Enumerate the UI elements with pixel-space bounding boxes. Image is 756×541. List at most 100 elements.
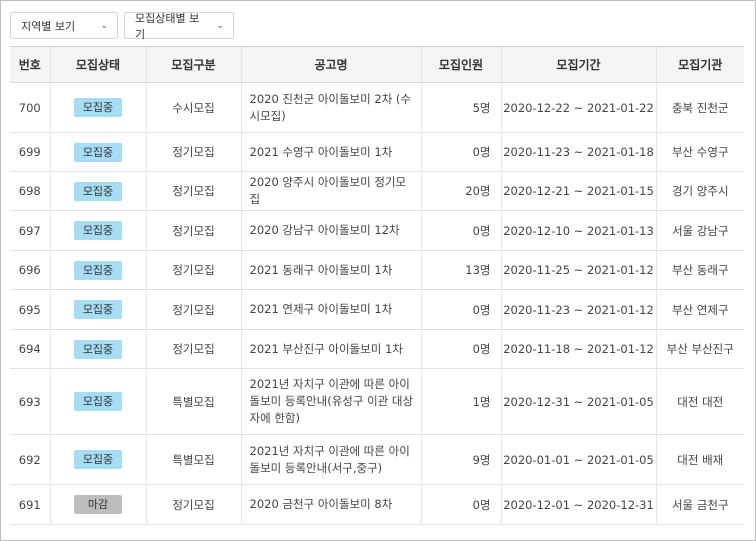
- status-cell: 모집중: [49, 132, 146, 172]
- period-cell: 2020-12-22 ~ 2021-01-22: [500, 82, 656, 133]
- row-number: 693: [10, 368, 50, 435]
- agency-cell: 서울 강남구: [655, 210, 744, 251]
- row-number: 699: [10, 132, 50, 172]
- filter-bar: 지역별 보기 ⌄ 모집상태별 보기 ⌄: [10, 11, 234, 41]
- table-row[interactable]: 693 모집중 특별모집 2021년 자치구 이관에 따른 아이돌보미 등록안내…: [10, 368, 744, 435]
- row-number: 692: [10, 434, 50, 485]
- table-row[interactable]: 694 모집중 정기모집 2021 부산진구 아이돌보미 1차 0명 2020-…: [10, 329, 744, 369]
- column-header-agency: 모집기관: [655, 46, 744, 83]
- status-cell: 모집중: [49, 434, 146, 485]
- status-cell: 모집중: [49, 210, 146, 251]
- count-cell: 0명: [420, 289, 501, 330]
- region-filter-select[interactable]: 지역별 보기 ⌄: [10, 12, 118, 39]
- column-header-status: 모집상태: [49, 46, 146, 83]
- column-header-number: 번호: [10, 46, 50, 83]
- status-cell: 모집중: [49, 329, 146, 369]
- table-row[interactable]: 698 모집중 정기모집 2020 양주시 아이돌보미 정기모집 20명 202…: [10, 171, 744, 211]
- status-badge: 모집중: [74, 339, 122, 359]
- status-filter-select[interactable]: 모집상태별 보기 ⌄: [124, 11, 234, 41]
- period-cell: 2020-01-01 ~ 2021-01-05: [500, 434, 656, 485]
- chevron-down-icon: ⌄: [216, 20, 224, 31]
- status-cell: 모집중: [49, 289, 146, 330]
- agency-cell: 충북 진천군: [655, 82, 744, 133]
- agency-cell: 부산 수영구: [655, 132, 744, 172]
- notice-title-link[interactable]: 2021 연제구 아이돌보미 1차: [240, 289, 421, 330]
- chevron-down-icon: ⌄: [100, 20, 108, 31]
- status-cell: 모집중: [49, 171, 146, 211]
- period-cell: 2020-11-23 ~ 2021-01-18: [500, 132, 656, 172]
- period-cell: 2020-12-21 ~ 2021-01-15: [500, 171, 656, 211]
- column-header-count: 모집인원: [420, 46, 501, 83]
- status-badge: 모집중: [74, 392, 122, 411]
- notice-title-link[interactable]: 2021년 자치구 이관에 따른 아이돌보미 등록안내(서구,중구): [240, 434, 421, 485]
- agency-cell: 부산 동래구: [655, 250, 744, 290]
- table-row[interactable]: 696 모집중 정기모집 2021 동래구 아이돌보미 1차 13명 2020-…: [10, 250, 744, 290]
- notice-title-link[interactable]: 2021 동래구 아이돌보미 1차: [240, 250, 421, 290]
- category-cell: 정기모집: [145, 171, 241, 211]
- status-cell: 모집중: [49, 368, 146, 435]
- table-row[interactable]: 699 모집중 정기모집 2021 수영구 아이돌보미 1차 0명 2020-1…: [10, 132, 744, 172]
- table-header-row: 번호 모집상태 모집구분 공고명 모집인원 모집기간 모집기관: [10, 46, 744, 83]
- count-cell: 9명: [420, 434, 501, 485]
- agency-cell: 대전 대전: [655, 368, 744, 435]
- agency-cell: 부산 연제구: [655, 289, 744, 330]
- category-cell: 정기모집: [145, 210, 241, 251]
- status-cell: 마감: [49, 484, 146, 525]
- notice-title-link[interactable]: 2020 양주시 아이돌보미 정기모집: [240, 171, 421, 211]
- status-badge: 모집중: [74, 300, 122, 319]
- notice-title-link[interactable]: 2021 부산진구 아이돌보미 1차: [240, 329, 421, 369]
- row-number: 700: [10, 82, 50, 133]
- status-badge: 모집중: [74, 142, 122, 162]
- agency-cell: 대전 배재: [655, 434, 744, 485]
- table-row[interactable]: 700 모집중 수시모집 2020 진천군 아이돌보미 2차 (수시모집) 5명…: [10, 82, 744, 133]
- status-cell: 모집중: [49, 250, 146, 290]
- period-cell: 2020-12-10 ~ 2021-01-13: [500, 210, 656, 251]
- column-header-title: 공고명: [240, 46, 421, 83]
- row-number: 698: [10, 171, 50, 211]
- agency-cell: 경기 양주시: [655, 171, 744, 211]
- table-row[interactable]: 695 모집중 정기모집 2021 연제구 아이돌보미 1차 0명 2020-1…: [10, 289, 744, 330]
- count-cell: 0명: [420, 329, 501, 369]
- count-cell: 0명: [420, 484, 501, 525]
- column-header-period: 모집기간: [500, 46, 656, 83]
- category-cell: 정기모집: [145, 250, 241, 290]
- table-row[interactable]: 692 모집중 특별모집 2021년 자치구 이관에 따른 아이돌보미 등록안내…: [10, 434, 744, 485]
- category-cell: 특별모집: [145, 368, 241, 435]
- status-badge: 모집중: [74, 221, 122, 240]
- period-cell: 2020-11-25 ~ 2021-01-12: [500, 250, 656, 290]
- count-cell: 0명: [420, 210, 501, 251]
- notice-title-link[interactable]: 2021 수영구 아이돌보미 1차: [240, 132, 421, 172]
- count-cell: 5명: [420, 82, 501, 133]
- notice-title-link[interactable]: 2021년 자치구 이관에 따른 아이돌보미 등록안내(유성구 이관 대상자에 …: [240, 368, 421, 435]
- status-cell: 모집중: [49, 82, 146, 133]
- table-row[interactable]: 697 모집중 정기모집 2020 강남구 아이돌보미 12차 0명 2020-…: [10, 210, 744, 251]
- status-badge: 모집중: [74, 98, 122, 117]
- row-number: 696: [10, 250, 50, 290]
- count-cell: 0명: [420, 132, 501, 172]
- category-cell: 특별모집: [145, 434, 241, 485]
- period-cell: 2020-11-23 ~ 2021-01-12: [500, 289, 656, 330]
- status-badge: 모집중: [74, 181, 122, 201]
- agency-cell: 서울 금천구: [655, 484, 744, 525]
- count-cell: 13명: [420, 250, 501, 290]
- recruitment-table: 번호 모집상태 모집구분 공고명 모집인원 모집기간 모집기관 700 모집중 …: [10, 46, 744, 525]
- category-cell: 정기모집: [145, 484, 241, 525]
- notice-title-link[interactable]: 2020 금천구 아이돌보미 8차: [240, 484, 421, 525]
- row-number: 691: [10, 484, 50, 525]
- column-header-category: 모집구분: [145, 46, 241, 83]
- notice-title-link[interactable]: 2020 진천군 아이돌보미 2차 (수시모집): [240, 82, 421, 133]
- count-cell: 1명: [420, 368, 501, 435]
- notice-title-link[interactable]: 2020 강남구 아이돌보미 12차: [240, 210, 421, 251]
- period-cell: 2020-12-01 ~ 2020-12-31: [500, 484, 656, 525]
- count-cell: 20명: [420, 171, 501, 211]
- region-filter-label: 지역별 보기: [21, 19, 76, 33]
- table-row[interactable]: 691 마감 정기모집 2020 금천구 아이돌보미 8차 0명 2020-12…: [10, 484, 744, 525]
- category-cell: 정기모집: [145, 132, 241, 172]
- status-filter-label: 모집상태별 보기: [135, 11, 200, 41]
- period-cell: 2020-12-31 ~ 2021-01-05: [500, 368, 656, 435]
- category-cell: 수시모집: [145, 82, 241, 133]
- agency-cell: 부산 부산진구: [655, 329, 744, 369]
- status-badge: 모집중: [74, 450, 122, 469]
- row-number: 694: [10, 329, 50, 369]
- period-cell: 2020-11-18 ~ 2021-01-12: [500, 329, 656, 369]
